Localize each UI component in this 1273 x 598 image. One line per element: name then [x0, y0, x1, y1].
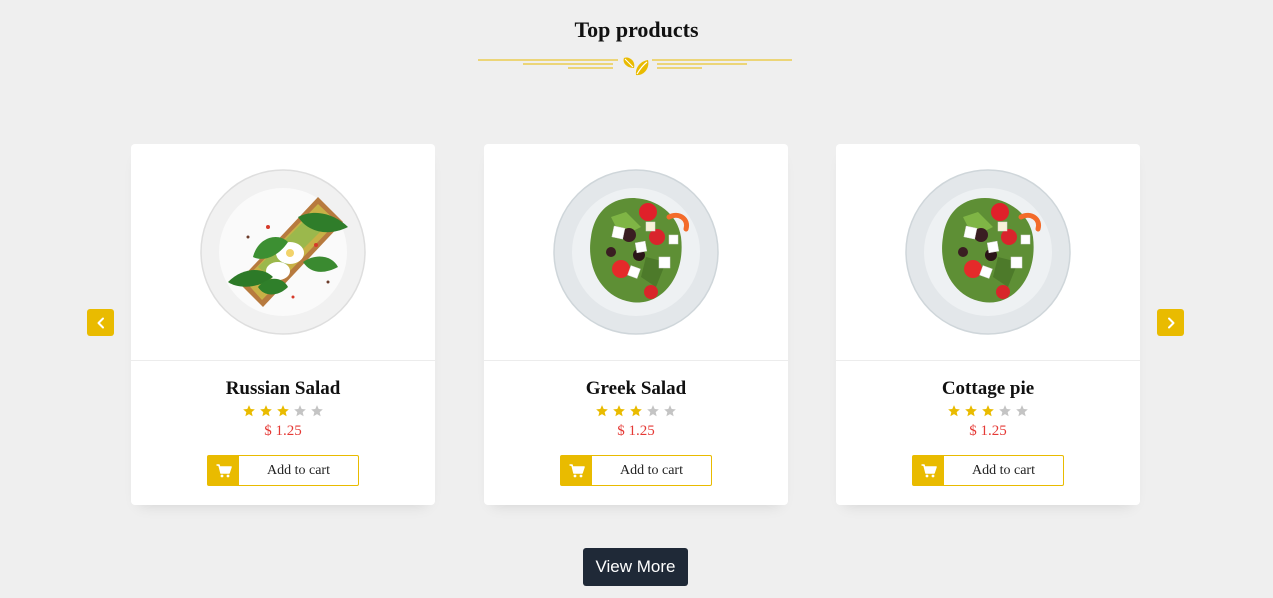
cart-icon-box	[561, 456, 592, 485]
carousel-prev-button[interactable]	[87, 309, 114, 336]
product-price: $ 1.25	[969, 423, 1007, 439]
star-empty-icon	[646, 404, 660, 418]
product-card[interactable]: Russian Salad $ 1.25 Add to cart	[131, 144, 435, 505]
product-image[interactable]	[131, 144, 435, 361]
chevron-left-icon	[97, 317, 104, 328]
add-to-cart-label: Add to cart	[972, 462, 1035, 478]
section-title: Top products	[574, 17, 699, 42]
shopping-cart-icon	[569, 463, 585, 477]
view-more-button[interactable]: View More	[583, 548, 688, 586]
star-empty-icon	[293, 404, 307, 418]
star-filled-icon	[276, 404, 290, 418]
product-price: $ 1.25	[264, 423, 302, 439]
product-card[interactable]: Cottage pie $ 1.25 Add to cart	[836, 144, 1140, 505]
shopping-cart-icon	[216, 463, 232, 477]
rating-stars	[131, 404, 435, 418]
add-to-cart-label: Add to cart	[620, 462, 683, 478]
star-filled-icon	[947, 404, 961, 418]
star-filled-icon	[595, 404, 609, 418]
add-to-cart-label: Add to cart	[267, 462, 330, 478]
star-filled-icon	[242, 404, 256, 418]
add-to-cart-button[interactable]: Add to cart	[912, 455, 1064, 486]
star-filled-icon	[629, 404, 643, 418]
product-card[interactable]: Greek Salad $ 1.25 Add to cart	[484, 144, 788, 505]
product-price: $ 1.25	[617, 423, 655, 439]
chevron-right-icon	[1167, 317, 1174, 328]
product-image[interactable]	[836, 144, 1140, 361]
greek-salad-plate-image	[553, 169, 719, 335]
star-filled-icon	[981, 404, 995, 418]
greek-salad-plate-image	[905, 169, 1071, 335]
product-name[interactable]: Greek Salad	[484, 378, 788, 400]
star-empty-icon	[310, 404, 324, 418]
cart-icon-box	[913, 456, 944, 485]
product-name[interactable]: Russian Salad	[131, 378, 435, 400]
cart-icon-box	[208, 456, 239, 485]
rating-stars	[836, 404, 1140, 418]
star-empty-icon	[998, 404, 1012, 418]
add-to-cart-button[interactable]: Add to cart	[207, 455, 359, 486]
star-empty-icon	[1015, 404, 1029, 418]
star-filled-icon	[612, 404, 626, 418]
star-empty-icon	[663, 404, 677, 418]
avocado-toast-plate-image	[200, 169, 366, 335]
star-filled-icon	[964, 404, 978, 418]
shopping-cart-icon	[921, 463, 937, 477]
carousel-next-button[interactable]	[1157, 309, 1184, 336]
leaf-divider-icon	[478, 54, 792, 78]
rating-stars	[484, 404, 788, 418]
product-name[interactable]: Cottage pie	[836, 378, 1140, 400]
star-filled-icon	[259, 404, 273, 418]
product-image[interactable]	[484, 144, 788, 361]
add-to-cart-button[interactable]: Add to cart	[560, 455, 712, 486]
